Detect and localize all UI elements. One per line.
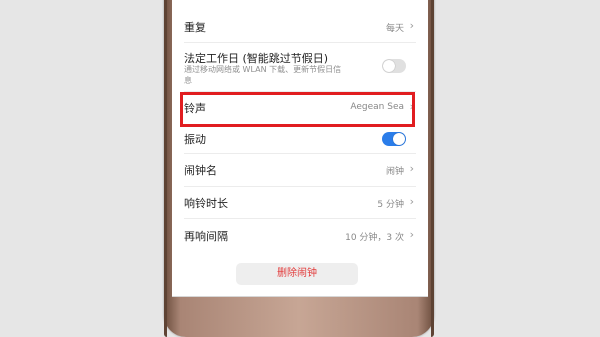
ring-duration-label: 响铃时长 (184, 197, 228, 210)
divider (184, 218, 416, 219)
phone-edge-right (431, 0, 434, 337)
divider (184, 186, 416, 187)
ringtone-highlight-box (180, 92, 415, 127)
repeat-value: 每天 (385, 24, 404, 34)
repeat-row[interactable]: 重复 每天 › (172, 14, 428, 36)
divider (184, 42, 416, 43)
repeat-label: 重复 (184, 21, 206, 34)
alarm-settings-screen: 重复 每天 › 法定工作日 (智能跳过节假日) 通过移动网络或 WLAN 下载、… (172, 0, 428, 297)
vibrate-row[interactable]: 振动 (172, 129, 428, 149)
vibrate-toggle[interactable] (382, 132, 406, 146)
alarm-name-row[interactable]: 闹钟名 闹钟 › (172, 158, 428, 182)
legal-workday-subtitle-line2: 息 (184, 76, 192, 85)
chevron-right-icon: › (409, 195, 414, 208)
legal-workday-row[interactable]: 法定工作日 (智能跳过节假日) 通过移动网络或 WLAN 下载、更新节假日信 息 (172, 46, 428, 88)
vibrate-label: 振动 (184, 133, 206, 146)
alarm-name-label: 闹钟名 (184, 164, 217, 177)
snooze-interval-value: 10 分钟，3 次 (345, 233, 404, 243)
chevron-right-icon: › (409, 228, 414, 241)
snooze-interval-label: 再响间隔 (184, 230, 228, 243)
ring-duration-row[interactable]: 响铃时长 5 分钟 › (172, 191, 428, 215)
legal-workday-toggle[interactable] (382, 59, 406, 73)
snooze-interval-row[interactable]: 再响间隔 10 分钟，3 次 › (172, 224, 428, 248)
legal-workday-subtitle-line1: 通过移动网络或 WLAN 下载、更新节假日信 (184, 65, 342, 74)
toggle-knob (393, 133, 405, 145)
toggle-knob (383, 60, 395, 72)
chevron-right-icon: › (409, 19, 414, 32)
delete-alarm-button[interactable]: 删除闹钟 (236, 263, 358, 285)
chevron-right-icon: › (409, 162, 414, 175)
ring-duration-value: 5 分钟 (377, 200, 404, 210)
divider (184, 153, 416, 154)
phone-edge-left (164, 0, 167, 337)
alarm-name-value: 闹钟 (385, 167, 404, 177)
